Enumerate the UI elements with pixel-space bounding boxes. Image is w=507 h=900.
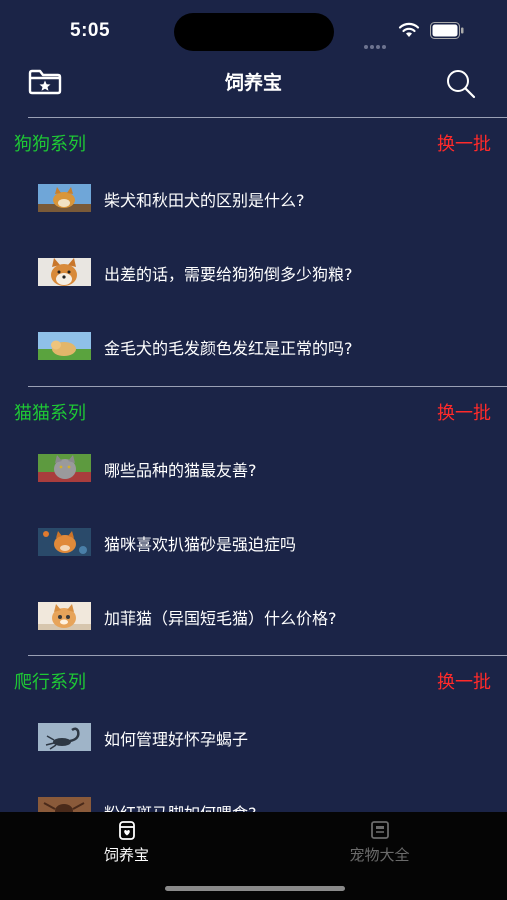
page-title: 饲养宝 [224, 72, 282, 94]
wifi-icon [398, 22, 420, 37]
feeder-icon [119, 821, 135, 840]
list-item[interactable]: 如何管理好怀孕蝎子 [0, 709, 507, 765]
refresh-button[interactable]: 换一批 [437, 399, 491, 425]
navigation-bar: 饲养宝 [0, 60, 507, 117]
section-divider [28, 655, 507, 656]
section-header-dogs: 狗狗系列 换一批 [0, 130, 507, 166]
status-time: 5:05 [70, 20, 111, 41]
section-divider [28, 386, 507, 387]
item-title: 金毛犬的毛发颜色发红是正常的吗? [104, 339, 353, 358]
tab-label: 宠物大全 [349, 846, 410, 864]
list-item[interactable]: 柴犬和秋田犬的区别是什么? [0, 170, 507, 226]
list-item[interactable]: 加菲猫（异国短毛猫）什么价格? [0, 588, 507, 644]
status-bar: 5:05 [0, 0, 507, 60]
tab-pet-encyclopedia[interactable]: 宠物大全 [253, 812, 506, 872]
cellular-signal-icon [364, 34, 390, 49]
pet-book-icon [371, 821, 389, 839]
exotic-cat-thumbnail [38, 602, 91, 630]
orange-cat-thumbnail [38, 528, 91, 556]
section-header-reptiles: 爬行系列 换一批 [0, 668, 507, 704]
nav-divider [28, 117, 507, 118]
item-title: 加菲猫（异国短毛猫）什么价格? [104, 609, 337, 628]
item-title: 猫咪喜欢扒猫砂是强迫症吗 [104, 535, 297, 554]
grey-cat-thumbnail [38, 454, 91, 482]
item-title: 哪些品种的猫最友善? [104, 461, 257, 480]
shiba-face-thumbnail [38, 258, 91, 286]
scorpion-thumbnail [38, 723, 91, 751]
golden-retriever-thumbnail [38, 332, 91, 360]
battery-icon [430, 22, 464, 39]
item-title: 柴犬和秋田犬的区别是什么? [104, 191, 305, 210]
home-indicator [165, 886, 345, 891]
list-item[interactable]: 金毛犬的毛发颜色发红是正常的吗? [0, 318, 507, 374]
shiba-thumbnail [38, 184, 91, 212]
refresh-button[interactable]: 换一批 [437, 130, 491, 156]
tab-feeder[interactable]: 饲养宝 [0, 812, 253, 872]
search-icon[interactable] [445, 68, 477, 100]
item-title: 出差的话，需要给狗狗倒多少狗粮? [104, 265, 353, 284]
section-title: 狗狗系列 [14, 134, 86, 155]
refresh-button[interactable]: 换一批 [437, 668, 491, 694]
dynamic-island [174, 13, 334, 51]
tab-label: 饲养宝 [103, 846, 149, 864]
item-title: 如何管理好怀孕蝎子 [104, 730, 249, 749]
section-header-cats: 猫猫系列 换一批 [0, 399, 507, 435]
list-item[interactable]: 出差的话，需要给狗狗倒多少狗粮? [0, 244, 507, 300]
section-title: 爬行系列 [14, 672, 86, 693]
section-title: 猫猫系列 [14, 403, 86, 424]
list-item[interactable]: 猫咪喜欢扒猫砂是强迫症吗 [0, 514, 507, 570]
list-item[interactable]: 哪些品种的猫最友善? [0, 440, 507, 496]
